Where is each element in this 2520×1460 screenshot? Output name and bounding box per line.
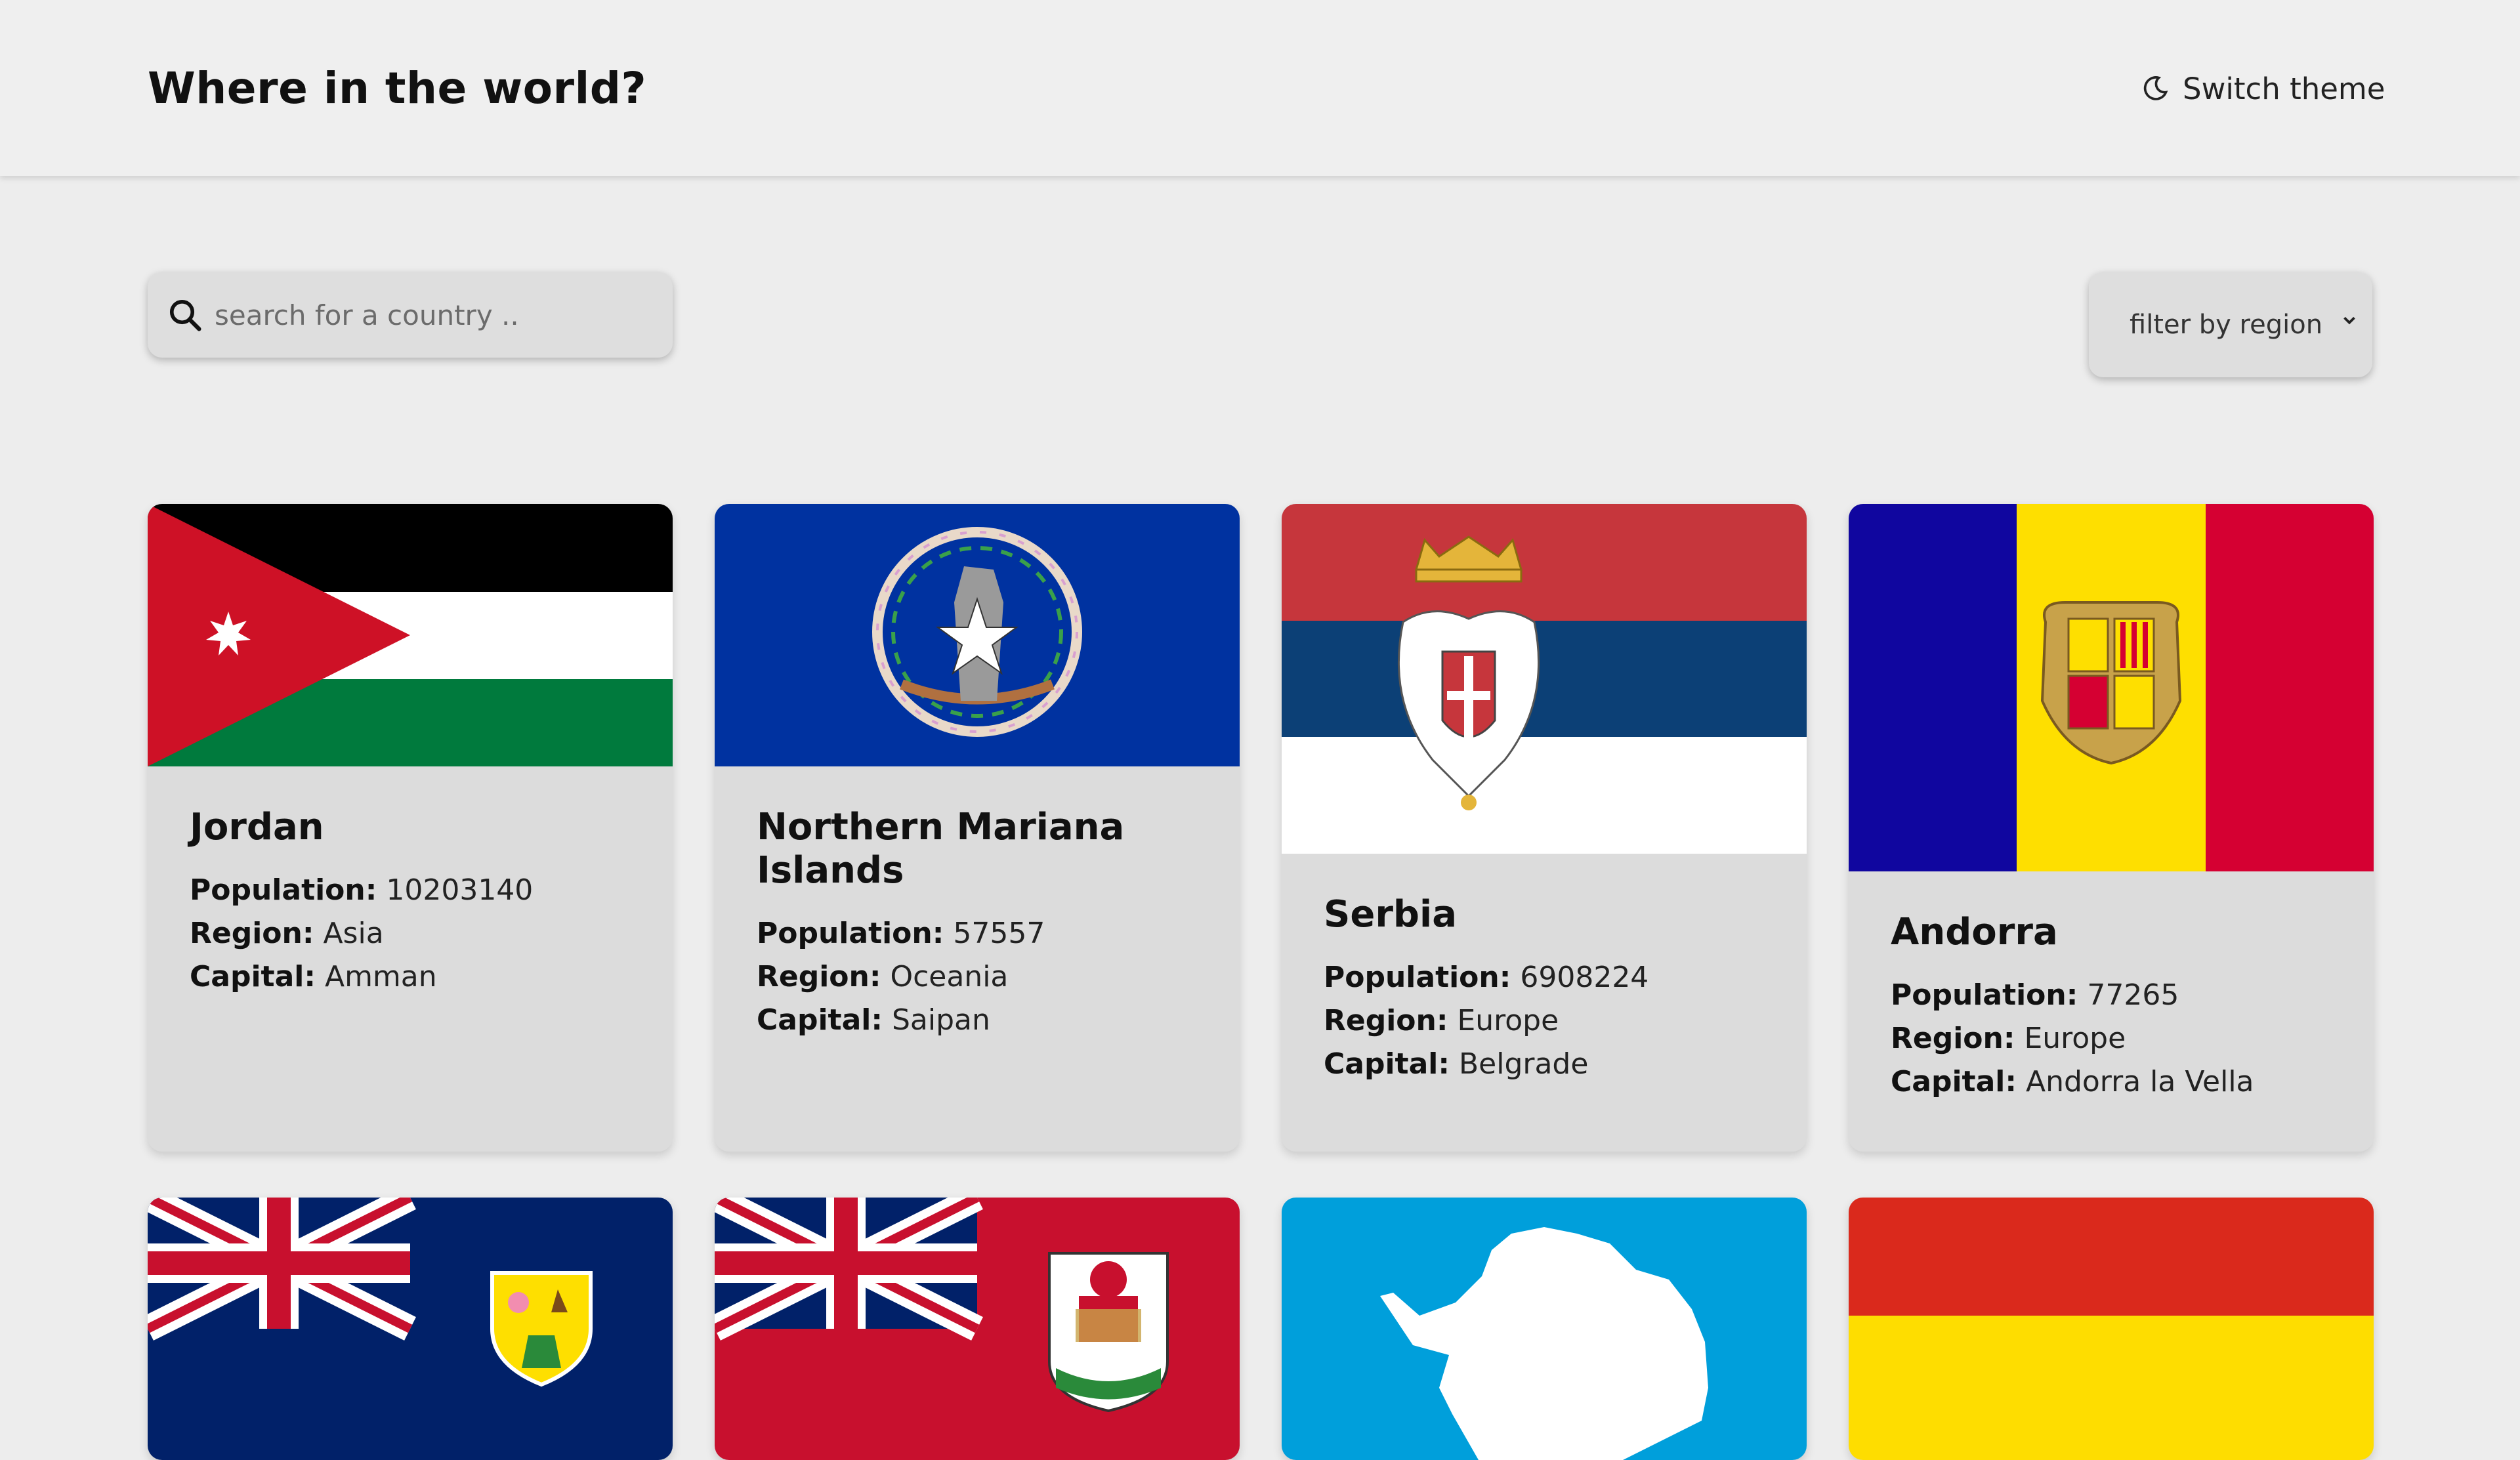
moon-icon: [2143, 76, 2168, 100]
country-card-turks-and-caicos[interactable]: [148, 1198, 673, 1460]
population-value: 77265: [2087, 978, 2179, 1012]
capital-line: Capital: Saipan: [757, 999, 1198, 1042]
region-line: Region: Europe: [1324, 999, 1765, 1043]
population-label: Population:: [190, 873, 377, 907]
region-line: Region: Asia: [190, 912, 631, 955]
capital-value: Amman: [324, 960, 437, 993]
search-input[interactable]: [213, 298, 642, 332]
capital-value: Andorra la Vella: [2025, 1065, 2254, 1098]
region-value: Asia: [323, 917, 384, 950]
serbia-flag: [1282, 504, 1807, 854]
country-name: Jordan: [190, 806, 324, 848]
population-value: 6908224: [1520, 961, 1649, 994]
capital-value: Belgrade: [1458, 1047, 1589, 1081]
population-line: Population: 10203140: [190, 869, 631, 912]
population-line: Population: 57557: [757, 912, 1198, 955]
country-name: Andorra: [1891, 911, 2058, 953]
population-label: Population:: [1891, 978, 2078, 1012]
country-card-antarctica[interactable]: [1282, 1198, 1807, 1460]
turks-and-caicos-flag: [148, 1198, 673, 1460]
country-name: Northern Mariana Islands: [757, 806, 1125, 892]
country-card-bermuda[interactable]: [715, 1198, 1240, 1460]
country-card-andorra[interactable]: Andorra Population: 77265 Region: Europe…: [1849, 504, 2374, 1152]
country-card-serbia[interactable]: Serbia Population: 6908224 Region: Europ…: [1282, 504, 1807, 1152]
country-info: Andorra Population: 77265 Region: Europe…: [1849, 871, 2374, 1130]
region-value: Oceania: [890, 960, 1009, 993]
capital-label: Capital:: [190, 960, 316, 993]
capital-line: Capital: Belgrade: [1324, 1043, 1765, 1086]
population-line: Population: 77265: [1891, 974, 2332, 1017]
antarctica-flag: [1282, 1198, 1807, 1460]
region-line: Region: Oceania: [757, 955, 1198, 999]
red-yellow-flag: [1849, 1198, 2374, 1460]
country-name: Serbia: [1324, 893, 1457, 936]
switch-theme-label: Switch theme: [2183, 71, 2385, 106]
region-line: Region: Europe: [1891, 1017, 2332, 1060]
northern-mariana-islands-flag: [715, 504, 1240, 766]
capital-label: Capital:: [1891, 1065, 2017, 1098]
population-label: Population:: [757, 917, 944, 950]
region-filter-select[interactable]: filter by region: [2089, 272, 2372, 377]
country-info: Serbia Population: 6908224 Region: Europ…: [1282, 854, 1807, 1112]
region-value: Europe: [1457, 1004, 1559, 1037]
population-line: Population: 6908224: [1324, 956, 1765, 999]
population-label: Population:: [1324, 961, 1511, 994]
capital-line: Capital: Amman: [190, 955, 631, 999]
capital-label: Capital:: [757, 1003, 883, 1037]
population-value: 57557: [953, 917, 1045, 950]
country-card-jordan[interactable]: Jordan Population: 10203140 Region: Asia…: [148, 504, 673, 1152]
capital-label: Capital:: [1324, 1047, 1450, 1081]
population-value: 10203140: [386, 873, 534, 907]
country-info: Northern Mariana Islands Population: 575…: [715, 766, 1240, 1068]
capital-line: Capital: Andorra la Vella: [1891, 1060, 2332, 1104]
country-card-northern-mariana-islands[interactable]: Northern Mariana Islands Population: 575…: [715, 504, 1240, 1152]
region-label: Region:: [190, 917, 314, 950]
country-info: Jordan Population: 10203140 Region: Asia…: [148, 766, 673, 1025]
chevron-down-icon: [2343, 316, 2355, 325]
region-label: Region:: [757, 960, 881, 993]
andorra-flag: [1849, 504, 2374, 871]
switch-theme-button[interactable]: Switch theme: [2141, 66, 2385, 112]
bermuda-flag: [715, 1198, 1240, 1460]
jordan-flag: [148, 504, 673, 766]
search-box[interactable]: [148, 272, 673, 358]
region-value: Europe: [2024, 1022, 2126, 1055]
region-label: Region:: [1891, 1022, 2015, 1055]
capital-value: Saipan: [891, 1003, 990, 1037]
region-label: Region:: [1324, 1004, 1448, 1037]
region-filter-value: filter by region: [2130, 310, 2323, 340]
search-icon: [169, 299, 201, 331]
country-card-red-yellow[interactable]: [1849, 1198, 2374, 1460]
app-title: Where in the world?: [148, 63, 647, 114]
top-header: Where in the world? Switch theme: [0, 0, 2520, 176]
